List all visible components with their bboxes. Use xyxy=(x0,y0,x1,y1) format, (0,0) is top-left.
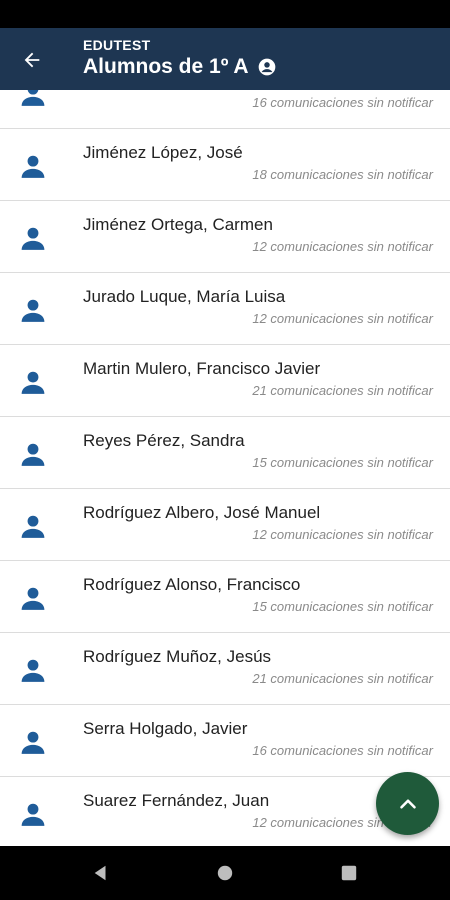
notification-count: 21 comunicaciones sin notificar xyxy=(252,671,433,686)
person-icon xyxy=(20,585,46,611)
arrow-left-icon xyxy=(24,52,40,68)
chevron-up-icon xyxy=(399,798,416,809)
page-title: Alumnos de 1º A xyxy=(83,55,249,78)
nav-home-button[interactable] xyxy=(210,858,240,888)
notification-count: 18 comunicaciones sin notificar xyxy=(252,167,433,182)
notification-count: 15 comunicaciones sin notificar xyxy=(252,599,433,614)
student-name: Rodríguez Albero, José Manuel xyxy=(83,503,321,522)
student-name: Jiménez Paz, María xyxy=(83,90,233,91)
notification-count: 21 comunicaciones sin notificar xyxy=(252,383,433,398)
notification-count: 16 comunicaciones sin notificar xyxy=(252,743,433,758)
back-button[interactable] xyxy=(12,40,52,80)
student-name: Suarez Fernández, Juan xyxy=(83,791,270,810)
student-name: Jiménez López, José xyxy=(83,143,243,162)
notification-count: 12 comunicaciones sin notificar xyxy=(252,311,433,326)
notification-count: 15 comunicaciones sin notificar xyxy=(252,455,433,470)
person-icon xyxy=(20,441,46,467)
title-row: Alumnos de 1º A xyxy=(83,55,277,79)
student-name: Martin Mulero, Francisco Javier xyxy=(83,359,321,378)
person-icon xyxy=(20,297,46,323)
student-name: Serra Holgado, Javier xyxy=(83,719,248,738)
account-circle-icon xyxy=(257,57,277,77)
student-name: Rodríguez Alonso, Francisco xyxy=(83,575,301,594)
person-icon xyxy=(20,657,46,683)
status-bar xyxy=(0,0,450,28)
student-row[interactable]: Jiménez Paz, María 16 comunicaciones sin … xyxy=(0,90,450,129)
student-row[interactable]: Serra Holgado, Javier 16 comunicaciones s… xyxy=(0,705,450,777)
person-icon xyxy=(20,513,46,539)
triangle-back-icon xyxy=(94,865,106,881)
student-name: Reyes Pérez, Sandra xyxy=(83,431,245,450)
student-row[interactable]: Rodríguez Albero, José Manuel 12 comunica… xyxy=(0,489,450,561)
student-row[interactable]: Jurado Luque, María Luisa 12 comunicacion… xyxy=(0,273,450,345)
student-row[interactable]: Rodríguez Alonso, Francisco 15 comunicaci… xyxy=(0,561,450,633)
student-row[interactable]: Reyes Pérez, Sandra 15 comunicaciones sin… xyxy=(0,417,450,489)
notification-count: 12 comunicaciones sin notificar xyxy=(252,527,433,542)
person-icon xyxy=(20,225,46,251)
student-row[interactable]: Martin Mulero, Francisco Javier 21 comuni… xyxy=(0,345,450,417)
circle-home-icon xyxy=(217,865,233,881)
nav-back-button[interactable] xyxy=(86,858,116,888)
person-icon xyxy=(20,729,46,755)
person-icon xyxy=(20,90,46,107)
person-icon xyxy=(20,369,46,395)
student-name: Rodríguez Muñoz, Jesús xyxy=(83,647,272,666)
scroll-top-button[interactable] xyxy=(376,772,439,835)
app-bar: EDUTEST Alumnos de 1º A xyxy=(0,28,450,90)
nav-recents-button[interactable] xyxy=(334,858,364,888)
student-row[interactable]: Jiménez Ortega, Carmen 12 comunicaciones … xyxy=(0,201,450,273)
student-row[interactable]: Rodríguez Muñoz, Jesús 21 comunicaciones … xyxy=(0,633,450,705)
person-icon xyxy=(20,153,46,179)
notification-count: 12 comunicaciones sin notificar xyxy=(252,239,433,254)
student-list[interactable]: Jiménez Paz, María 16 comunicaciones sin … xyxy=(0,90,450,846)
student-row[interactable]: Jiménez López, José 18 comunicaciones sin… xyxy=(0,129,450,201)
notification-count: 16 comunicaciones sin notificar xyxy=(252,95,433,110)
app-subtitle: EDUTEST xyxy=(83,37,151,53)
system-nav-bar xyxy=(0,846,450,900)
student-name: Jiménez Ortega, Carmen xyxy=(83,215,273,234)
square-recents-icon xyxy=(341,865,357,881)
person-icon xyxy=(20,801,46,827)
student-name: Jurado Luque, María Luisa xyxy=(83,287,286,306)
